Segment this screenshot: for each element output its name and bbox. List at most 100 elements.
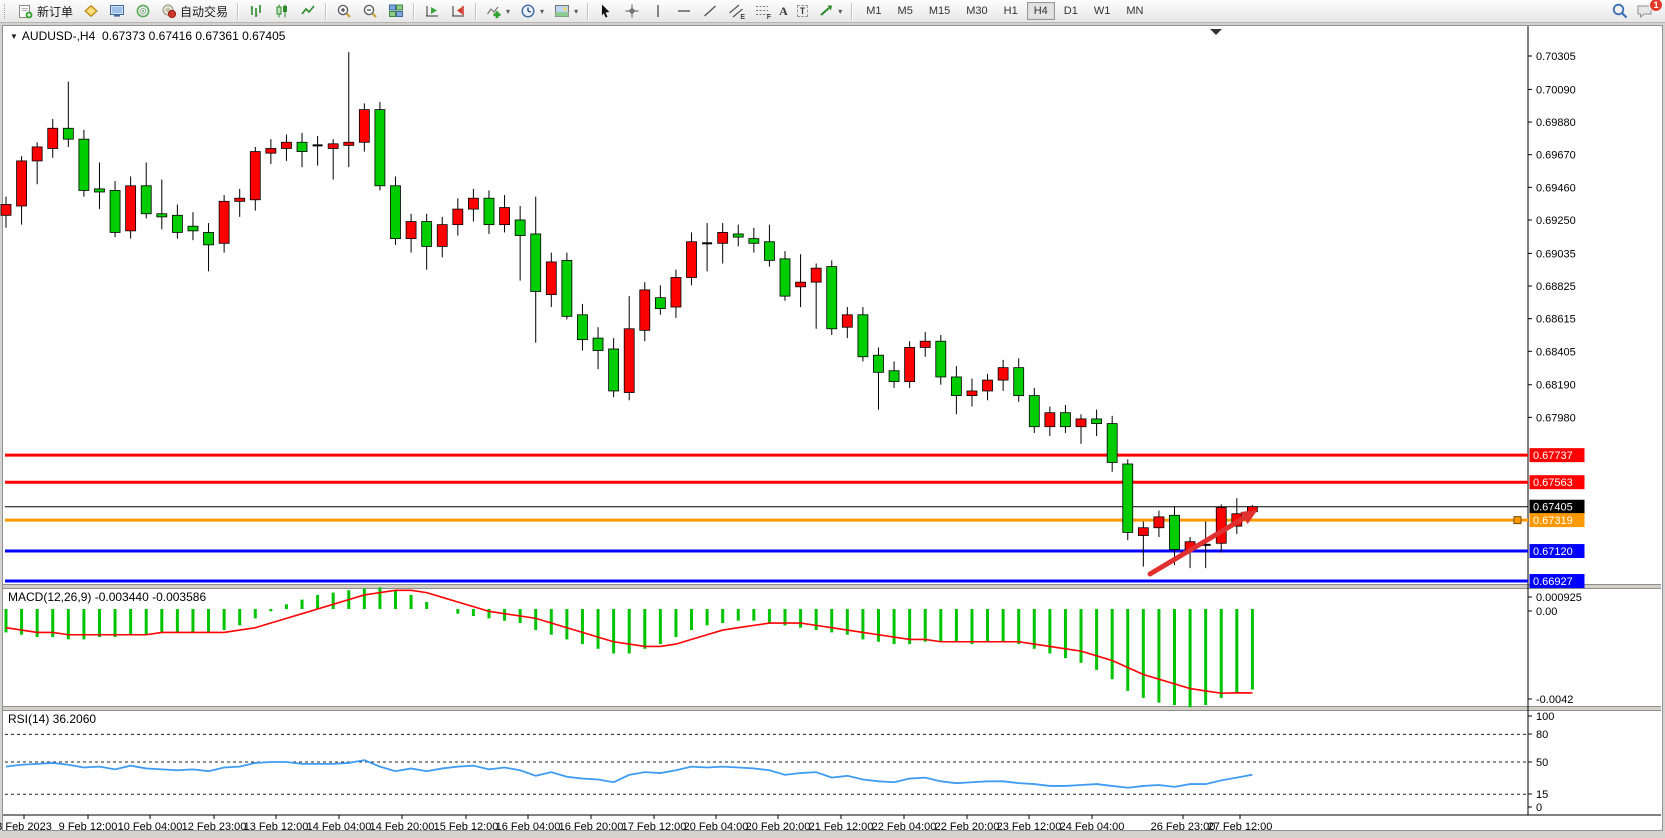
auto-scroll-button[interactable] (419, 1, 444, 21)
trendline-tool-button[interactable] (697, 1, 722, 21)
signals-button[interactable] (130, 1, 155, 21)
zoom-out-button[interactable] (357, 1, 382, 21)
time-tick-label: 26 Feb 23:00 (1151, 821, 1216, 833)
candle (983, 380, 993, 391)
time-tick-label: 22 Feb 04:00 (872, 821, 937, 833)
search-icon[interactable] (1611, 3, 1628, 19)
toolbar-separator (325, 3, 326, 20)
chart-canvas[interactable]: 0.703050.700900.698800.696700.694600.692… (0, 0, 1665, 838)
text-label-tool-button[interactable]: T (793, 1, 813, 21)
toolbar-separator (413, 3, 414, 20)
timeframe-button-M30[interactable]: M30 (959, 2, 994, 20)
shapes-tool-button[interactable]: ▾ (813, 1, 846, 21)
rsi-tick-label: 50 (1536, 757, 1548, 769)
price-tick-label: 0.69250 (1536, 215, 1576, 227)
candle (967, 391, 977, 396)
candle (375, 110, 385, 186)
timeframe-button-M1[interactable]: M1 (859, 2, 888, 20)
rsi-tick-label: 80 (1536, 729, 1548, 741)
candle (546, 262, 556, 295)
candle (48, 128, 58, 148)
rsi-line (6, 760, 1252, 788)
candle (63, 128, 73, 139)
toolbar-grip[interactable] (4, 4, 9, 19)
candle (842, 315, 852, 327)
shapes-caret-icon[interactable]: ▾ (838, 7, 842, 16)
candle (157, 214, 167, 217)
chart-shift-button[interactable] (445, 1, 470, 21)
cursor-tool-button[interactable] (593, 1, 618, 21)
candle (453, 209, 463, 225)
zoom-in-button[interactable] (331, 1, 356, 21)
periods-caret-icon[interactable]: ▾ (540, 7, 544, 16)
candle (437, 225, 447, 247)
candle (1, 204, 11, 215)
timeframe-button-W1[interactable]: W1 (1087, 2, 1118, 20)
tile-windows-button[interactable] (383, 1, 408, 21)
candle (126, 186, 136, 231)
price-tick-label: 0.67980 (1536, 412, 1576, 424)
terminal-button[interactable] (104, 1, 129, 21)
candle (1138, 528, 1148, 536)
chart-collapse-icon[interactable]: ▼ (10, 32, 18, 41)
price-tick-label: 0.69460 (1536, 182, 1576, 194)
macd-tick-label: 0.000925 (1536, 592, 1582, 604)
toolbar-separator (851, 3, 852, 20)
timeframe-button-H4[interactable]: H4 (1027, 2, 1055, 20)
chart-shift-marker-icon[interactable] (1210, 29, 1222, 35)
resistance-line-2-price-badge-label: 0.67563 (1533, 477, 1573, 489)
rsi-indicator-label: RSI(14) 36.2060 (8, 712, 96, 726)
current-price-line-price-badge-label: 0.67405 (1533, 502, 1573, 514)
candle (718, 232, 728, 243)
candle (873, 355, 883, 372)
new-order-button[interactable]: 新订单 (13, 1, 77, 21)
candle (1107, 424, 1117, 463)
bar-chart-button[interactable] (243, 1, 268, 21)
timeframe-button-M15[interactable]: M15 (922, 2, 957, 20)
timeframe-switcher: M1M5M15M30H1H4D1W1MN (859, 2, 1150, 20)
auto-trading-button[interactable]: 自动交易 (156, 1, 232, 21)
periods-button[interactable]: ▾ (515, 1, 548, 21)
entry-line-handle[interactable] (1514, 517, 1521, 524)
time-tick-label: 8 Feb 2023 (0, 821, 52, 833)
candle (266, 148, 276, 153)
text-tool-button[interactable]: A (775, 1, 792, 21)
notifications-chat-icon[interactable]: 1 (1634, 3, 1656, 19)
candle (858, 315, 868, 357)
candle (281, 142, 291, 148)
notification-badge: 1 (1649, 0, 1663, 12)
crosshair-tool-button[interactable] (619, 1, 644, 21)
channel-tool-button[interactable]: E (723, 1, 748, 21)
timeframe-button-MN[interactable]: MN (1119, 2, 1150, 20)
candle (1123, 464, 1133, 532)
macd-indicator-label: MACD(12,26,9) -0.003440 -0.003586 (8, 590, 206, 604)
pane-splitter-macd-rsi[interactable] (3, 707, 1661, 710)
timeframe-button-M5[interactable]: M5 (891, 2, 920, 20)
line-chart-button[interactable] (295, 1, 320, 21)
candle (1092, 419, 1102, 424)
toolbar-separator (587, 3, 588, 20)
candle (562, 260, 572, 316)
pane-splitter-price-macd[interactable] (3, 585, 1661, 588)
market-button[interactable] (78, 1, 103, 21)
fibonacci-tool-button[interactable]: F (749, 1, 774, 21)
candle (780, 259, 790, 296)
candle (1060, 413, 1070, 427)
indicators-caret-icon[interactable]: ▾ (506, 7, 510, 16)
price-tick-label: 0.68615 (1536, 314, 1576, 326)
indicators-button[interactable]: ▾ (481, 1, 514, 21)
time-tick-label: 17 Feb 12:00 (622, 821, 687, 833)
timeframe-button-D1[interactable]: D1 (1057, 2, 1085, 20)
candlestick-chart-button[interactable] (269, 1, 294, 21)
candle (235, 198, 245, 201)
candle (936, 341, 946, 377)
candle (204, 232, 214, 244)
vertical-line-tool-button[interactable] (645, 1, 670, 21)
bar-chart-icon (247, 3, 264, 19)
templates-caret-icon[interactable]: ▾ (574, 7, 578, 16)
timeframe-button-H1[interactable]: H1 (997, 2, 1025, 20)
candle (406, 222, 416, 239)
candle (250, 152, 260, 200)
templates-button[interactable]: ▾ (549, 1, 582, 21)
horizontal-line-tool-button[interactable] (671, 1, 696, 21)
